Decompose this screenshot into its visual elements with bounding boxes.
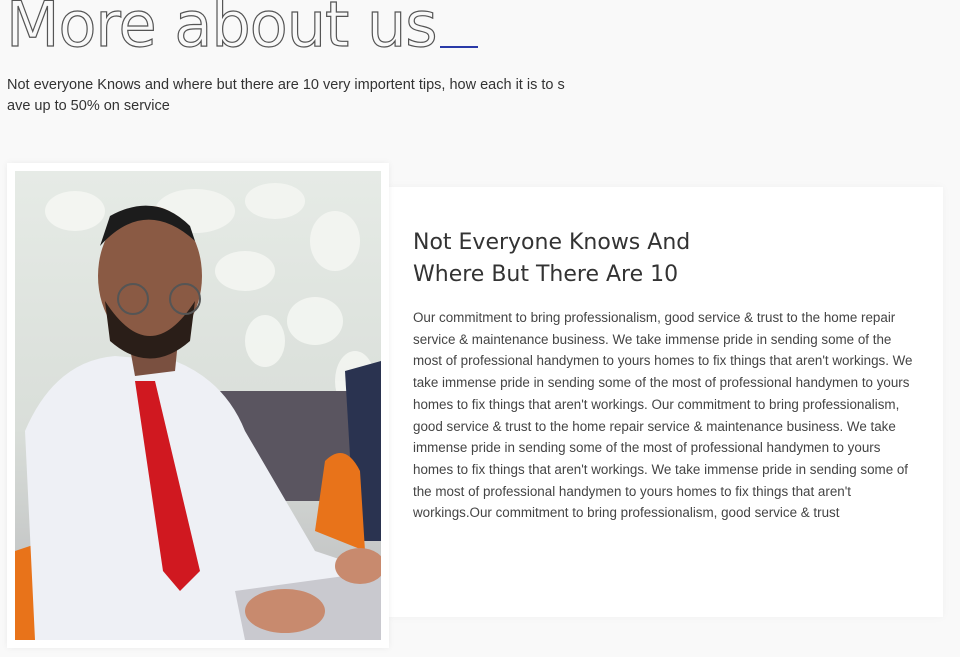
page-title: More about us [5, 0, 438, 62]
intro-text: Not everyone Knows and where but there a… [7, 77, 565, 114]
card-body: Our commitment to bring professionalism,… [413, 310, 913, 521]
card-heading: Not Everyone Knows And Where But There A… [413, 230, 691, 287]
photo-frame [7, 163, 389, 648]
photo-man-with-laptop [15, 171, 381, 640]
title-accent-line [440, 46, 478, 48]
photo-illustration [15, 183, 381, 640]
about-card: Not Everyone Knows And Where But There A… [385, 187, 943, 617]
